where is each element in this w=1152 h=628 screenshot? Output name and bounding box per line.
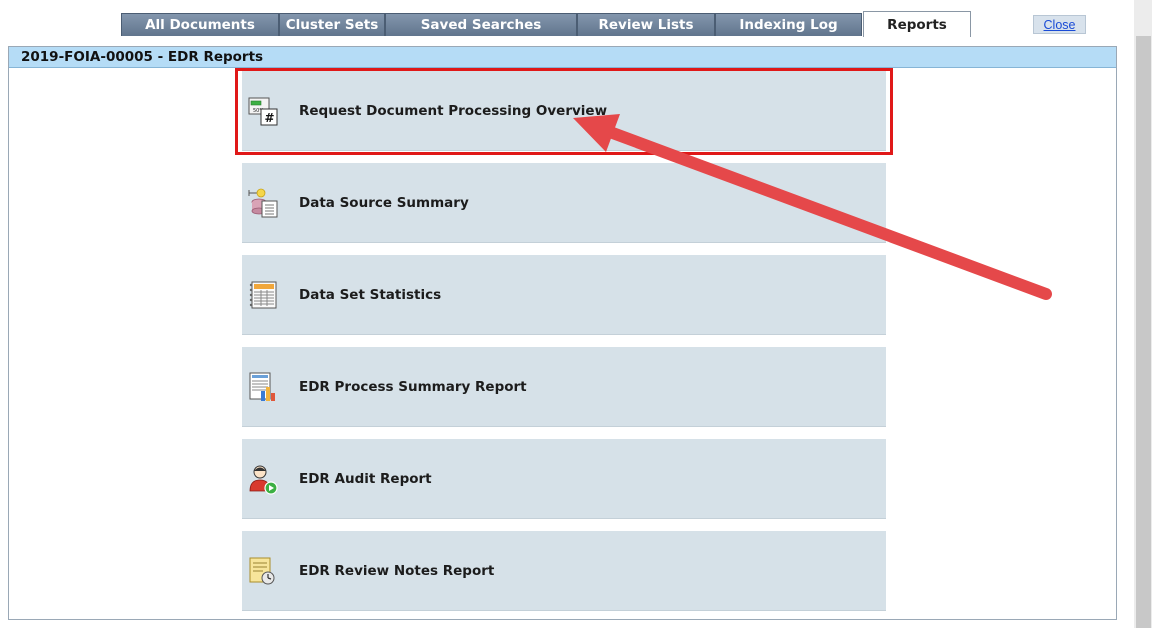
close-link[interactable]: Close	[1044, 18, 1076, 32]
report-edr-review-notes[interactable]: EDR Review Notes Report	[242, 531, 886, 611]
scrollbar-thumb[interactable]	[1136, 36, 1151, 628]
report-edr-process-summary[interactable]: EDR Process Summary Report	[242, 347, 886, 427]
panel-title: 2019-FOIA-00005 - EDR Reports	[9, 47, 1116, 68]
tab-reports[interactable]: Reports	[863, 11, 971, 37]
svg-text:#: #	[265, 111, 275, 125]
report-label: EDR Review Notes Report	[299, 562, 495, 579]
tab-all-documents[interactable]: All Documents	[121, 13, 279, 36]
report-label: Data Source Summary	[299, 194, 469, 211]
tab-review-lists[interactable]: Review Lists	[577, 13, 715, 36]
tab-indexing-log[interactable]: Indexing Log	[715, 13, 862, 36]
report-data-set-statistics[interactable]: Data Set Statistics	[242, 255, 886, 335]
report-label: Request Document Processing Overview	[299, 102, 608, 119]
process-summary-icon	[249, 372, 275, 401]
review-notes-icon	[249, 557, 275, 585]
statistics-icon	[249, 281, 277, 309]
report-label: Data Set Statistics	[299, 286, 442, 303]
report-label: EDR Process Summary Report	[299, 378, 527, 395]
report-label: EDR Audit Report	[299, 470, 432, 487]
report-edr-audit[interactable]: EDR Audit Report	[242, 439, 886, 519]
report-request-document-processing-overview[interactable]: 50% # Request Document Processing Overvi…	[242, 71, 886, 151]
audit-user-icon	[249, 465, 278, 495]
tab-saved-searches[interactable]: Saved Searches	[385, 13, 577, 36]
close-button[interactable]: Close	[1033, 15, 1086, 34]
processing-overview-icon: 50% #	[248, 97, 278, 126]
tab-cluster-sets[interactable]: Cluster Sets	[279, 13, 385, 36]
data-source-icon	[248, 188, 278, 218]
report-data-source-summary[interactable]: Data Source Summary	[242, 163, 886, 243]
